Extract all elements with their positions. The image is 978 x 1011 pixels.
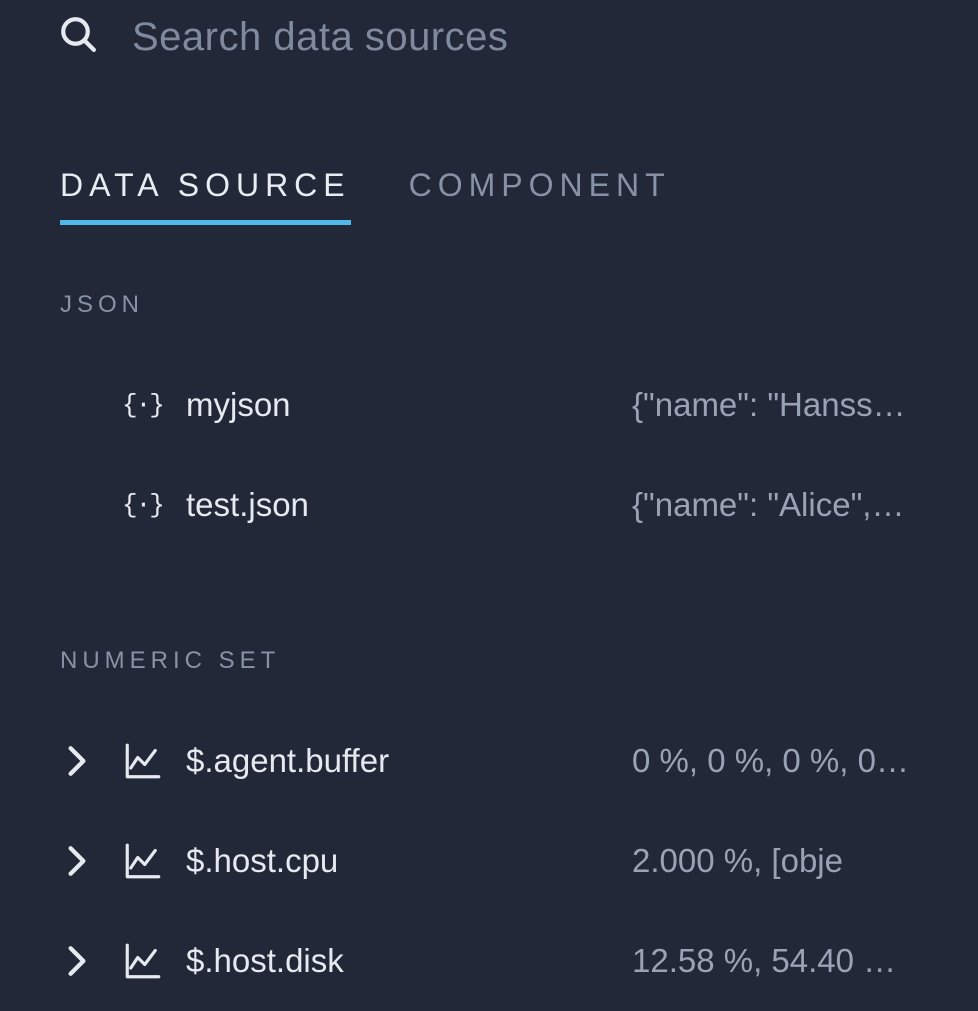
- numeric-row[interactable]: $.agent.buffer 0 %, 0 %, 0 %, 0…: [0, 711, 978, 811]
- row-value: {"name": "Alice",…: [632, 486, 922, 524]
- row-value: 2.000 %, [obje: [632, 842, 922, 880]
- row-value: {"name": "Hanss…: [632, 386, 922, 424]
- expand-chevron-icon[interactable]: [66, 944, 122, 978]
- search-bar: [0, 0, 978, 61]
- expand-chevron-icon[interactable]: [66, 844, 122, 878]
- row-name: myjson: [186, 386, 632, 424]
- row-name: $.agent.buffer: [186, 742, 632, 780]
- numeric-row[interactable]: $.host.cpu 2.000 %, [obje: [0, 811, 978, 911]
- chart-icon: [122, 840, 186, 882]
- chart-icon: [122, 940, 186, 982]
- search-icon: [58, 14, 100, 61]
- tab-data-source[interactable]: DATA SOURCE: [60, 167, 351, 225]
- row-value: 12.58 %, 54.40 …: [632, 942, 922, 980]
- row-name: $.host.cpu: [186, 842, 632, 880]
- tabs: DATA SOURCE COMPONENT: [0, 61, 978, 225]
- json-row[interactable]: {·} myjson {"name": "Hanss…: [0, 355, 978, 455]
- search-input[interactable]: [132, 15, 920, 60]
- numeric-row[interactable]: $.host.disk 12.58 %, 54.40 …: [0, 911, 978, 1011]
- json-icon: {·}: [122, 490, 186, 520]
- section-header-json: JSON: [0, 291, 978, 319]
- json-row[interactable]: {·} test.json {"name": "Alice",…: [0, 455, 978, 555]
- row-name: $.host.disk: [186, 942, 632, 980]
- json-icon: {·}: [122, 390, 186, 420]
- expand-chevron-icon[interactable]: [66, 744, 122, 778]
- row-value: 0 %, 0 %, 0 %, 0…: [632, 742, 922, 780]
- section-header-numeric: NUMERIC SET: [0, 647, 978, 675]
- row-name: test.json: [186, 486, 632, 524]
- chart-icon: [122, 740, 186, 782]
- tab-component[interactable]: COMPONENT: [409, 167, 671, 225]
